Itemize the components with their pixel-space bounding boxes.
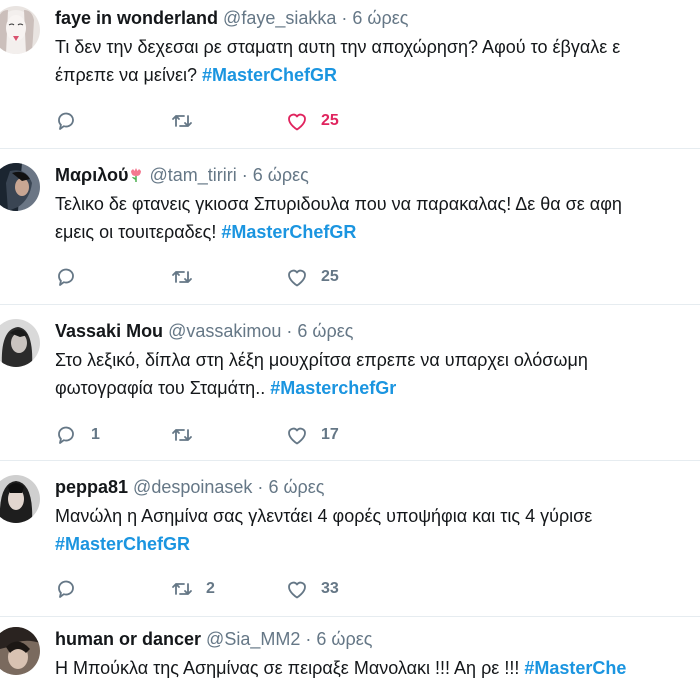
tweet[interactable]: Μαριλού @tam_tiriri · 6 ώρες Τελικο δε φ… — [0, 149, 700, 305]
tweet-timestamp[interactable]: 6 ώρες — [316, 629, 372, 649]
tweet-text-line: Η Μπούκλα της Ασημίνας σε πειραξε Μανολα… — [55, 654, 700, 682]
hashtag-link[interactable]: #MasterChefGR — [55, 534, 190, 554]
author-name[interactable]: Vassaki Mou — [55, 321, 163, 341]
tweet-actions: 1 17 — [55, 421, 400, 449]
avatar[interactable] — [0, 163, 40, 211]
like-button[interactable]: 17 — [285, 423, 400, 447]
tweet-text-line: εμεις οι τουιτεραδες! #MasterChefGR — [55, 218, 700, 246]
tweet-text-fragment: έπρεπε να μείνει? — [55, 65, 202, 85]
hashtag-link[interactable]: #MasterChe — [524, 658, 626, 678]
reply-count: 1 — [91, 426, 100, 443]
reply-button[interactable] — [55, 109, 170, 133]
author-name[interactable]: peppa81 — [55, 477, 128, 497]
reply-icon — [58, 112, 74, 130]
author-handle[interactable]: @vassakimou — [168, 321, 281, 341]
reply-icon — [58, 426, 74, 444]
tweet-text-fragment: εμεις οι τουιτεραδες! — [55, 222, 222, 242]
author-handle[interactable]: @tam_tiriri — [149, 165, 236, 185]
author-name[interactable]: Μαριλού — [55, 165, 128, 185]
avatar[interactable] — [0, 627, 40, 675]
separator-dot: · — [341, 8, 348, 28]
heart-icon — [288, 269, 306, 287]
tweet-text-line: φωτογραφία του Σταμάτη.. #MasterchefGr — [55, 374, 700, 402]
author-name[interactable]: faye in wonderland — [55, 8, 218, 28]
tweet-text: Στο λεξικό, δίπλα στη λέξη μουχρίτσα επρ… — [55, 346, 700, 402]
tweet[interactable]: human or dancer @Sia_MM2 · 6 ώρες Η Μπού… — [0, 617, 700, 700]
tweet-text: Τι δεν την δεχεσαι ρε σταματη αυτη την α… — [55, 33, 700, 89]
separator-dot: · — [305, 629, 312, 649]
tweet-text: Τελικο δε φτανεις γκιοσα Σπυριδουλα που … — [55, 190, 700, 246]
tweet-text-line: Στο λεξικό, δίπλα στη λέξη μουχρίτσα επρ… — [55, 350, 588, 370]
tweet-text-line: Τελικο δε φτανεις γκιοσα Σπυριδουλα που … — [55, 194, 622, 214]
avatar[interactable] — [0, 6, 40, 54]
tweet[interactable]: faye in wonderland @faye_siakka · 6 ώρες… — [0, 0, 700, 149]
reply-icon — [58, 580, 74, 598]
like-count: 17 — [321, 426, 339, 443]
tweet-feed: faye in wonderland @faye_siakka · 6 ώρες… — [0, 0, 700, 700]
retweet-button[interactable] — [170, 265, 285, 289]
tweet-timestamp[interactable]: 6 ώρες — [268, 477, 324, 497]
tweet-text-line: #MasterChefGR — [55, 530, 700, 558]
tweet-actions: 2 33 — [55, 575, 400, 603]
hashtag-link[interactable]: #MasterChefGR — [221, 222, 356, 242]
retweet-icon — [172, 429, 192, 441]
tweet-text: Μανώλη η Ασημίνα σας γλεντάει 4 φορές υπ… — [55, 502, 700, 558]
tweet[interactable]: peppa81 @despoinasek · 6 ώρες Μανώλη η Α… — [0, 461, 700, 617]
like-button[interactable]: 33 — [285, 577, 400, 601]
retweet-count: 2 — [206, 580, 215, 597]
like-count: 33 — [321, 580, 339, 597]
avatar[interactable] — [0, 319, 40, 367]
tweet-timestamp[interactable]: 6 ώρες — [297, 321, 353, 341]
tweet-text: Η Μπούκλα της Ασημίνας σε πειραξε Μανολα… — [55, 654, 700, 682]
retweet-button[interactable]: 2 — [170, 577, 285, 601]
tweet-timestamp[interactable]: 6 ώρες — [253, 165, 309, 185]
author-handle[interactable]: @Sia_MM2 — [206, 629, 300, 649]
author-handle[interactable]: @despoinasek — [133, 477, 252, 497]
reply-icon — [58, 268, 74, 286]
like-button[interactable]: 25 — [285, 109, 400, 133]
heart-icon — [288, 581, 306, 599]
separator-dot: · — [286, 321, 293, 341]
tweet-text-line: Μανώλη η Ασημίνα σας γλεντάει 4 φορές υπ… — [55, 506, 593, 526]
hashtag-link[interactable]: #MasterChefGR — [202, 65, 337, 85]
separator-dot: · — [241, 165, 248, 185]
tweet-timestamp[interactable]: 6 ώρες — [352, 8, 408, 28]
tweet-actions: 25 — [55, 263, 400, 291]
hashtag-link[interactable]: #MasterchefGr — [270, 378, 396, 398]
tweet-text-fragment: φωτογραφία του Σταμάτη.. — [55, 378, 271, 398]
retweet-icon — [172, 115, 192, 127]
like-count: 25 — [321, 112, 339, 129]
author-name[interactable]: human or dancer — [55, 629, 201, 649]
separator-dot: · — [257, 477, 264, 497]
reply-button[interactable] — [55, 577, 170, 601]
retweet-icon — [172, 583, 192, 595]
tulip-emoji-icon — [131, 168, 142, 182]
reply-button[interactable] — [55, 265, 170, 289]
tweet-text-line: Τι δεν την δεχεσαι ρε σταματη αυτη την α… — [55, 37, 621, 57]
tweet-actions: 25 — [55, 107, 400, 135]
author-handle[interactable]: @faye_siakka — [223, 8, 336, 28]
retweet-icon — [172, 271, 192, 283]
heart-icon — [288, 427, 306, 445]
heart-icon — [288, 113, 306, 131]
avatar[interactable] — [0, 475, 40, 523]
retweet-button[interactable] — [170, 423, 285, 447]
tweet-text-fragment: Η Μπούκλα της Ασημίνας σε πειραξε Μανολα… — [55, 658, 525, 678]
reply-button[interactable]: 1 — [55, 423, 170, 447]
retweet-button[interactable] — [170, 109, 285, 133]
tweet[interactable]: Vassaki Mou @vassakimou · 6 ώρες Στο λεξ… — [0, 305, 700, 461]
like-count: 25 — [321, 268, 339, 285]
like-button[interactable]: 25 — [285, 265, 400, 289]
tweet-text-line: έπρεπε να μείνει? #MasterChefGR — [55, 61, 700, 89]
